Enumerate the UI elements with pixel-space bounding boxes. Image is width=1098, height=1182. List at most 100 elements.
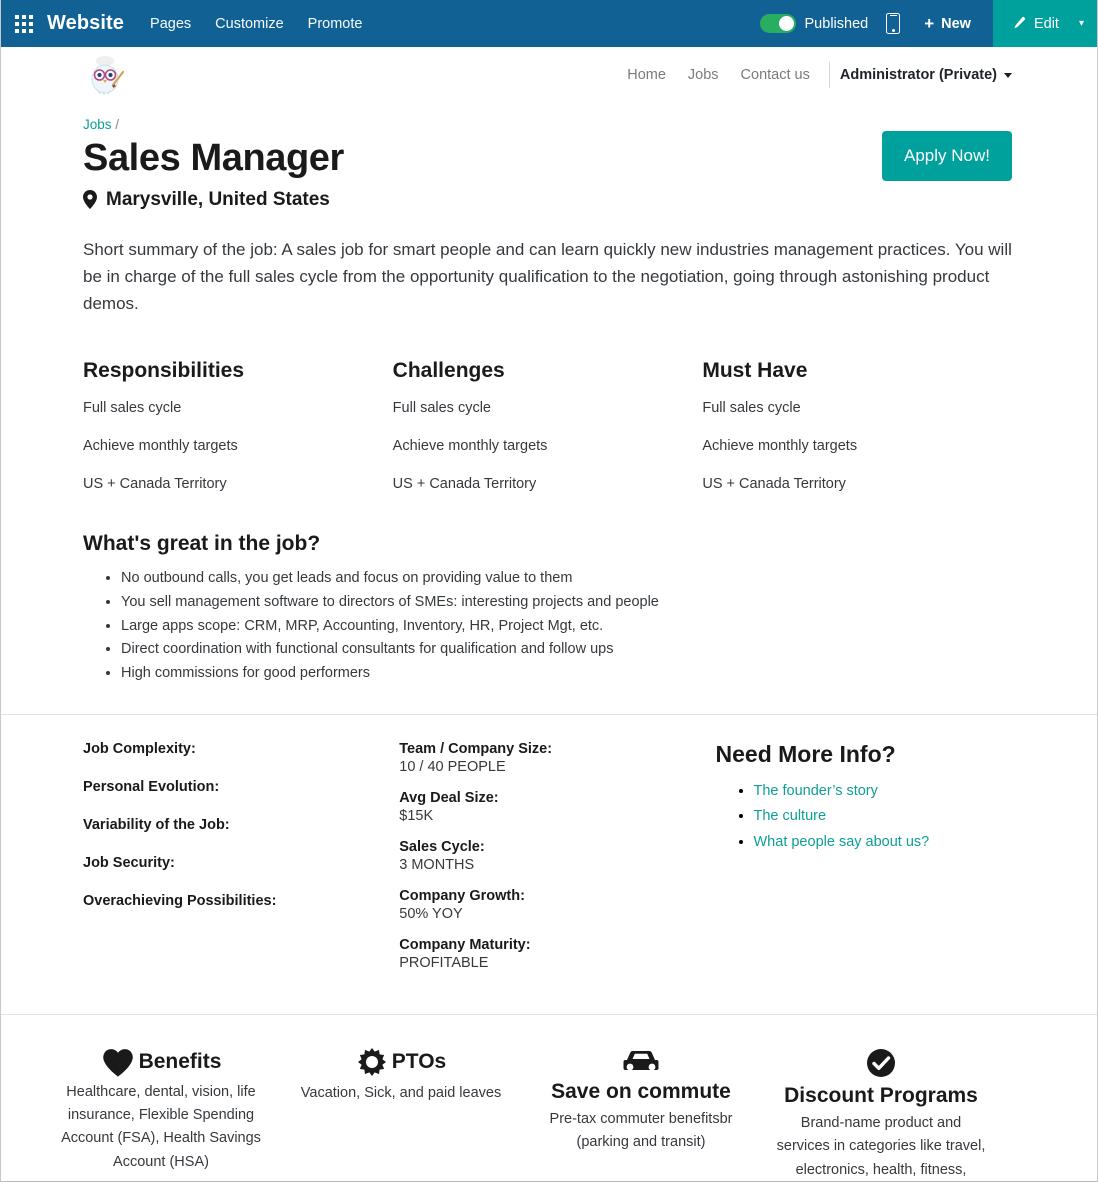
rating-label: Job Complexity: bbox=[83, 740, 196, 757]
list-item: The founder’s story bbox=[754, 778, 1012, 804]
benefit-heading: Save on commute bbox=[533, 1047, 749, 1105]
need-more-info-heading: Need More Info? bbox=[715, 740, 896, 767]
link-the-culture[interactable]: The culture bbox=[754, 808, 827, 824]
odoo-navbar: Website Pages Customize Promote Publishe… bbox=[1, 0, 1097, 47]
fact-value: 3 MONTHS bbox=[399, 856, 475, 873]
benefit-description: Pre-tax commuter benefitsbr (parking and… bbox=[549, 1110, 733, 1151]
ratings-column: Job Complexity: Personal Evolution: Vari… bbox=[83, 741, 399, 986]
nav-divider bbox=[828, 62, 830, 88]
sun-icon bbox=[357, 1047, 386, 1076]
map-pin-icon bbox=[83, 190, 97, 210]
rating-label: Overachieving Possibilities: bbox=[83, 892, 277, 909]
nav-item-customize[interactable]: Customize bbox=[215, 16, 284, 32]
new-button[interactable]: + New bbox=[924, 15, 971, 32]
column-item: Full sales cycle bbox=[83, 400, 182, 417]
nav-item-promote[interactable]: Promote bbox=[308, 16, 363, 32]
list-item: Direct coordination with functional cons… bbox=[121, 638, 1012, 662]
benefit-ptos: PTOs Vacation, Sick, and paid leaves bbox=[281, 1047, 521, 1182]
published-label: Published bbox=[804, 15, 869, 32]
benefit-title: Save on commute bbox=[551, 1079, 731, 1103]
benefit-title: Discount Programs bbox=[784, 1083, 978, 1107]
column-item: US + Canada Territory bbox=[392, 476, 537, 493]
column-item: Achieve monthly targets bbox=[392, 438, 548, 455]
fact-label: Team / Company Size: bbox=[399, 740, 553, 757]
link-what-people-say[interactable]: What people say about us? bbox=[754, 834, 930, 850]
edit-button[interactable]: Edit bbox=[992, 0, 1075, 47]
chevron-down-icon bbox=[1004, 72, 1012, 78]
site-nav-home[interactable]: Home bbox=[616, 67, 677, 83]
fact-item: Company Growth: 50% YOY bbox=[399, 888, 715, 922]
app-brand-website[interactable]: Website bbox=[47, 12, 124, 35]
benefit-title: PTOs bbox=[391, 1050, 447, 1074]
column-heading: Must Have bbox=[702, 359, 808, 383]
benefit-description: Healthcare, dental, vision, life insuran… bbox=[61, 1083, 261, 1170]
benefit-heading: PTOs bbox=[293, 1047, 509, 1079]
benefit-heading: Benefits bbox=[53, 1047, 269, 1078]
breadcrumb-jobs-link[interactable]: Jobs bbox=[83, 117, 112, 132]
benefit-description: Brand-name product and services in categ… bbox=[776, 1114, 986, 1178]
user-menu[interactable]: Administrator (Private) bbox=[840, 67, 1012, 83]
job-content: Jobs / Sales Manager Marysville, United … bbox=[1, 117, 1097, 686]
fact-item: Sales Cycle: 3 MONTHS bbox=[399, 839, 715, 873]
need-more-info-column: Need More Info? The founder’s story The … bbox=[716, 741, 1012, 986]
navbar-right-group: Published + New Edit ▾ bbox=[759, 0, 1097, 47]
column-challenges: Challenges Full sales cycle Achieve mont… bbox=[393, 359, 703, 514]
fact-value: PROFITABLE bbox=[399, 954, 489, 971]
fact-value: 50% YOY bbox=[399, 905, 463, 922]
fact-value: 10 / 40 PEOPLE bbox=[399, 758, 506, 775]
benefit-benefits: Benefits Healthcare, dental, vision, lif… bbox=[41, 1047, 281, 1182]
job-summary: Short summary of the job: A sales job fo… bbox=[83, 239, 1012, 313]
column-item: Full sales cycle bbox=[392, 400, 491, 417]
job-details-section: Job Complexity: Personal Evolution: Vari… bbox=[1, 715, 1097, 986]
column-must-have: Must Have Full sales cycle Achieve month… bbox=[702, 359, 1012, 514]
site-nav-jobs[interactable]: Jobs bbox=[677, 67, 730, 83]
list-item: No outbound calls, you get leads and foc… bbox=[121, 567, 1012, 591]
list-item: What people say about us? bbox=[754, 829, 1012, 855]
whats-great-heading: What's great in the job? bbox=[83, 532, 321, 556]
fact-label: Company Growth: bbox=[399, 887, 525, 904]
benefit-title: Benefits bbox=[138, 1049, 222, 1073]
mobile-preview-icon[interactable] bbox=[886, 13, 901, 34]
page-root: Website Pages Customize Promote Publishe… bbox=[0, 0, 1098, 1182]
column-responsibilities: Responsibilities Full sales cycle Achiev… bbox=[83, 359, 393, 514]
nav-item-pages[interactable]: Pages bbox=[150, 16, 191, 32]
fact-label: Sales Cycle: bbox=[399, 838, 485, 855]
site-header: Home Jobs Contact us Administrator (Priv… bbox=[1, 47, 1097, 103]
owl-logo-icon[interactable] bbox=[83, 55, 127, 95]
rating-label: Personal Evolution: bbox=[83, 778, 220, 795]
pencil-icon bbox=[1014, 16, 1026, 29]
column-item: US + Canada Territory bbox=[83, 476, 227, 493]
rating-label: Job Security: bbox=[83, 854, 175, 871]
column-item: US + Canada Territory bbox=[702, 476, 846, 493]
link-founders-story[interactable]: The founder’s story bbox=[754, 783, 878, 799]
car-icon bbox=[623, 1050, 659, 1070]
column-heading: Responsibilities bbox=[83, 359, 245, 383]
published-toggle[interactable] bbox=[759, 14, 796, 33]
benefit-description: Vacation, Sick, and paid leaves bbox=[300, 1084, 502, 1101]
column-item: Full sales cycle bbox=[702, 400, 801, 417]
list-item: You sell management software to director… bbox=[121, 591, 1012, 615]
job-location-label: Marysville, United States bbox=[106, 188, 330, 210]
benefits-section: Benefits Healthcare, dental, vision, lif… bbox=[1, 1015, 1097, 1182]
odoo-nav-menu: Pages Customize Promote bbox=[150, 16, 362, 32]
whats-great-section: What's great in the job? No outbound cal… bbox=[83, 532, 1012, 685]
publish-toggle-group[interactable]: Published bbox=[759, 14, 869, 33]
whats-great-list: No outbound calls, you get leads and foc… bbox=[121, 567, 1012, 685]
breadcrumb: Jobs / bbox=[83, 117, 1012, 132]
facts-column: Team / Company Size: 10 / 40 PEOPLE Avg … bbox=[399, 741, 715, 986]
breadcrumb-separator: / bbox=[115, 117, 120, 132]
edit-button-label: Edit bbox=[1033, 15, 1059, 32]
benefit-heading: Discount Programs bbox=[773, 1047, 989, 1109]
edit-dropdown-caret[interactable]: ▾ bbox=[1074, 0, 1097, 47]
list-item: The culture bbox=[754, 803, 1012, 829]
benefit-save-on-commute: Save on commute Pre-tax commuter benefit… bbox=[521, 1047, 761, 1182]
site-nav-contact-us[interactable]: Contact us bbox=[730, 67, 821, 83]
column-item: Achieve monthly targets bbox=[702, 438, 858, 455]
fact-item: Company Maturity: PROFITABLE bbox=[399, 937, 715, 971]
fact-label: Company Maturity: bbox=[399, 936, 531, 953]
apply-now-button[interactable]: Apply Now! bbox=[882, 131, 1012, 181]
list-item: High commissions for good performers bbox=[121, 662, 1012, 686]
fact-label: Avg Deal Size: bbox=[399, 789, 499, 806]
rating-label: Variability of the Job: bbox=[83, 816, 230, 833]
grid-apps-icon[interactable] bbox=[15, 14, 33, 33]
